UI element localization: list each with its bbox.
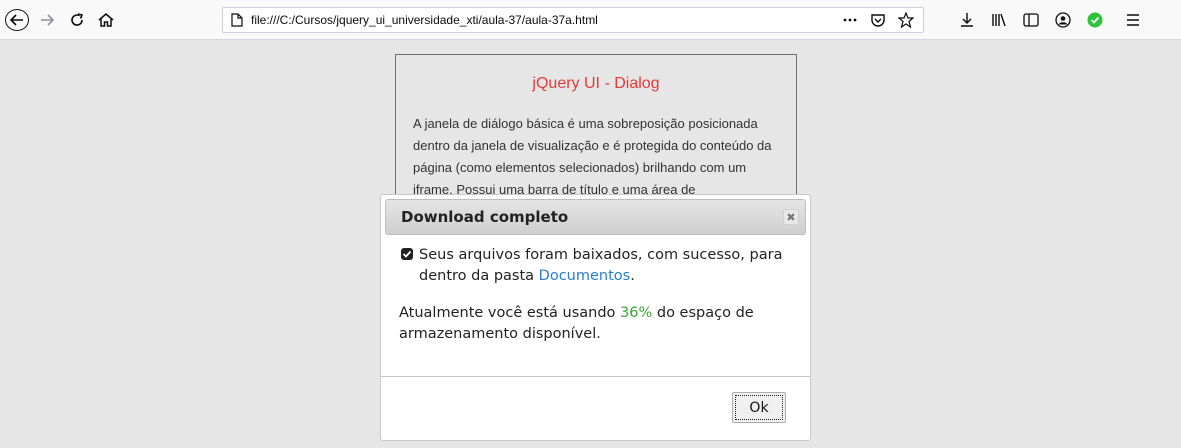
star-icon[interactable] [897,11,915,29]
library-icon[interactable] [990,11,1008,29]
account-icon[interactable] [1054,11,1072,29]
green-check-icon[interactable] [1086,11,1104,29]
ok-button[interactable]: Ok [732,392,786,423]
page-description: A janela de diálogo básica é uma sobrepo… [413,116,772,197]
message-end: . [630,268,635,284]
browser-toolbar: file:///C:/Cursos/jquery_ui_universidade… [0,0,1181,40]
sidebar-icon[interactable] [1022,11,1040,29]
forward-arrow-icon[interactable] [36,8,58,32]
check-icon [401,246,413,260]
documents-link[interactable]: Documentos [539,268,631,284]
url-text[interactable]: file:///C:/Cursos/jquery_ui_universidade… [251,13,598,27]
dialog-button-pane: Ok [381,376,810,441]
dialog-title: Download completo [401,208,569,226]
download-icon[interactable] [958,11,976,29]
reload-icon[interactable] [66,8,88,32]
hamburger-menu-icon[interactable] [1124,11,1142,29]
pocket-icon[interactable] [869,11,887,29]
usage-text-start: Atualmente você está usando [399,305,621,321]
storage-usage-text: Atualmente você está usando 36% do espaç… [399,303,799,345]
page-icon [231,13,243,27]
download-dialog: Download completo ✖ Seus arquivos foram … [380,194,811,441]
back-arrow-icon[interactable] [5,9,29,31]
home-icon[interactable] [95,8,117,32]
page-title: jQuery UI - Dialog [532,75,660,92]
more-icon[interactable] [841,11,859,29]
dialog-body: Seus arquivos foram baixados, com sucess… [399,245,799,345]
success-message: Seus arquivos foram baixados, com sucess… [399,245,799,287]
dialog-titlebar[interactable]: Download completo ✖ [385,199,806,235]
url-bar[interactable]: file:///C:/Cursos/jquery_ui_universidade… [222,7,924,33]
close-icon[interactable]: ✖ [783,209,799,225]
usage-percent: 36% [620,305,653,321]
